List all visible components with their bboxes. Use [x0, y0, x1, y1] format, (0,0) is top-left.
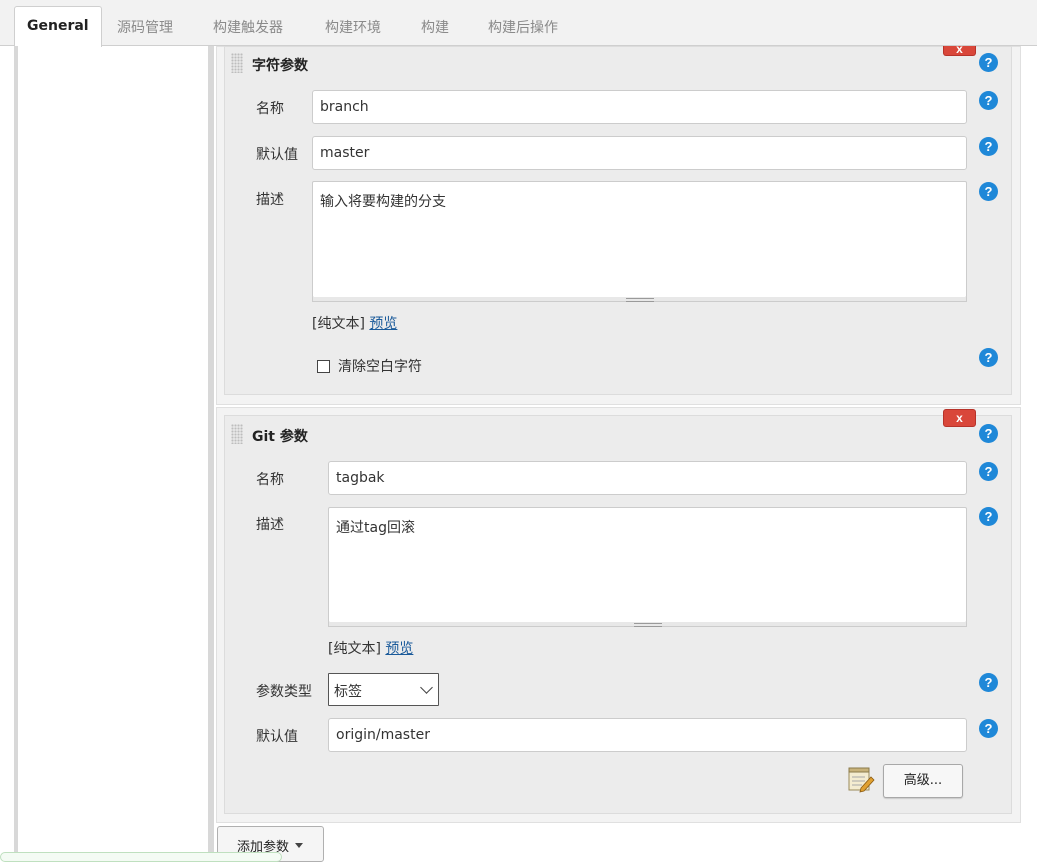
default-value-input[interactable]: master	[312, 136, 967, 170]
tab-source-management[interactable]: 源码管理	[117, 17, 173, 37]
description-label: 描述	[256, 192, 284, 208]
help-icon[interactable]: ?	[979, 137, 998, 156]
textarea-resize-handle[interactable]	[328, 622, 967, 627]
format-hint: [纯文本] 预览	[312, 313, 397, 333]
tab-general[interactable]: General	[14, 6, 102, 47]
tab-build-environment[interactable]: 构建环境	[325, 17, 381, 37]
param-type-label: 参数类型	[256, 684, 312, 700]
help-icon[interactable]: ?	[979, 424, 998, 443]
default-value-label: 默认值	[256, 729, 298, 745]
default-value-label: 默认值	[256, 147, 298, 163]
param-type-select[interactable]: 标签	[328, 673, 439, 706]
description-textarea[interactable]: 输入将要构建的分支	[312, 181, 967, 298]
tab-build[interactable]: 构建	[421, 17, 449, 37]
preview-link[interactable]: 预览	[369, 316, 397, 332]
left-rail	[14, 46, 18, 858]
delete-icon[interactable]: x	[943, 409, 976, 427]
help-icon[interactable]: ?	[979, 53, 998, 72]
notepad-icon[interactable]	[847, 767, 875, 793]
help-icon[interactable]: ?	[979, 348, 998, 367]
help-icon[interactable]: ?	[979, 462, 998, 481]
help-icon[interactable]: ?	[979, 182, 998, 201]
textarea-resize-handle[interactable]	[312, 297, 967, 302]
help-icon[interactable]: ?	[979, 673, 998, 692]
default-value-input[interactable]: origin/master	[328, 718, 967, 752]
section-gutter	[208, 46, 214, 858]
status-strip	[0, 852, 282, 862]
help-icon[interactable]: ?	[979, 719, 998, 738]
name-label: 名称	[256, 101, 284, 117]
caret-down-icon	[295, 843, 303, 848]
preview-link[interactable]: 预览	[385, 641, 413, 657]
tab-post-build[interactable]: 构建后操作	[488, 17, 558, 37]
help-icon[interactable]: ?	[979, 507, 998, 526]
tab-bar: General 源码管理 构建触发器 构建环境 构建 构建后操作	[0, 0, 1037, 47]
drag-grip-icon[interactable]	[231, 53, 243, 73]
description-label: 描述	[256, 517, 284, 533]
name-label: 名称	[256, 472, 284, 488]
trim-checkbox[interactable]	[317, 360, 330, 373]
string-param-title: 字符参数	[252, 58, 308, 74]
format-hint: [纯文本] 预览	[328, 638, 413, 658]
tab-build-triggers[interactable]: 构建触发器	[213, 17, 283, 37]
plain-text-label: [纯文本]	[312, 316, 365, 332]
drag-grip-icon[interactable]	[231, 424, 243, 444]
advanced-button[interactable]: 高级...	[883, 764, 963, 798]
chevron-down-icon	[420, 681, 433, 694]
name-input[interactable]: branch	[312, 90, 967, 124]
help-icon[interactable]: ?	[979, 91, 998, 110]
name-input[interactable]: tagbak	[328, 461, 967, 495]
git-param-title: Git 参数	[252, 429, 308, 445]
trim-label: 清除空白字符	[338, 359, 422, 375]
plain-text-label: [纯文本]	[328, 641, 381, 657]
delete-icon[interactable]: x	[943, 43, 976, 56]
description-textarea[interactable]: 通过tag回滚	[328, 507, 967, 623]
param-type-value: 标签	[334, 684, 362, 700]
